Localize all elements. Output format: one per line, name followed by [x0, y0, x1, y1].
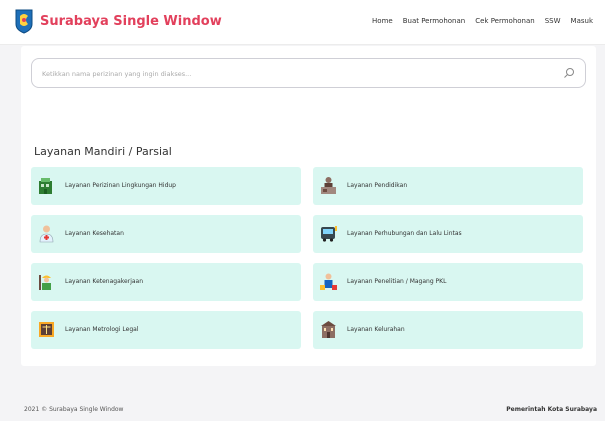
- service-tile-perhubungan[interactable]: Layanan Perhubungan dan Lalu Lintas: [313, 215, 583, 253]
- researcher-icon: [320, 273, 337, 290]
- brand-title[interactable]: Surabaya Single Window: [40, 14, 222, 29]
- service-tile-kelurahan[interactable]: Layanan Kelurahan: [313, 311, 583, 349]
- tile-label: Layanan Ketenagakerjaan: [65, 278, 144, 285]
- search-box: [31, 58, 586, 88]
- tile-label: Layanan Kesehatan: [65, 230, 124, 237]
- search-icon[interactable]: [563, 67, 575, 79]
- tile-label: Layanan Penelitian / Magang PKL: [347, 278, 447, 285]
- service-tile-metrologi[interactable]: Layanan Metrologi Legal: [31, 311, 301, 349]
- nav-buat-permohonan[interactable]: Buat Permohonan: [403, 17, 466, 25]
- worker-icon: [39, 275, 51, 290]
- surabaya-logo-icon[interactable]: [14, 8, 34, 34]
- tile-label: Layanan Metrologi Legal: [65, 326, 139, 333]
- footer-copyright: 2021 © Surabaya Single Window: [24, 406, 124, 413]
- service-tile-pendidikan[interactable]: Layanan Pendidikan: [313, 167, 583, 205]
- main-card: Layanan Mandiri / Parsial Layanan Perizi…: [21, 46, 596, 366]
- tile-label: Layanan Perizinan Lingkungan Hidup: [65, 182, 176, 189]
- nav-home[interactable]: Home: [372, 17, 393, 25]
- teacher-desk-icon: [321, 177, 336, 194]
- main-nav: Home Buat Permohonan Cek Permohonan SSW …: [372, 17, 593, 25]
- nav-masuk[interactable]: Masuk: [571, 17, 593, 25]
- service-tile-penelitian[interactable]: Layanan Penelitian / Magang PKL: [313, 263, 583, 301]
- nav-ssw[interactable]: SSW: [545, 17, 561, 25]
- search-input[interactable]: [42, 67, 542, 81]
- top-header: Surabaya Single Window Home Buat Permoho…: [0, 0, 605, 45]
- footer-organization: Pemerintah Kota Surabaya: [506, 406, 597, 413]
- office-building-icon: [321, 321, 336, 338]
- section-title: Layanan Mandiri / Parsial: [34, 145, 172, 158]
- service-tile-kesehatan[interactable]: Layanan Kesehatan: [31, 215, 301, 253]
- tile-label: Layanan Kelurahan: [347, 326, 405, 333]
- building-icon: [39, 178, 52, 194]
- doctor-icon: [39, 225, 54, 243]
- bus-icon: [321, 226, 337, 242]
- scale-book-icon: [39, 322, 54, 337]
- service-tile-lingkungan-hidup[interactable]: Layanan Perizinan Lingkungan Hidup: [31, 167, 301, 205]
- nav-cek-permohonan[interactable]: Cek Permohonan: [475, 17, 535, 25]
- tile-label: Layanan Perhubungan dan Lalu Lintas: [347, 230, 462, 237]
- service-tile-ketenagakerjaan[interactable]: Layanan Ketenagakerjaan: [31, 263, 301, 301]
- tile-label: Layanan Pendidikan: [347, 182, 408, 189]
